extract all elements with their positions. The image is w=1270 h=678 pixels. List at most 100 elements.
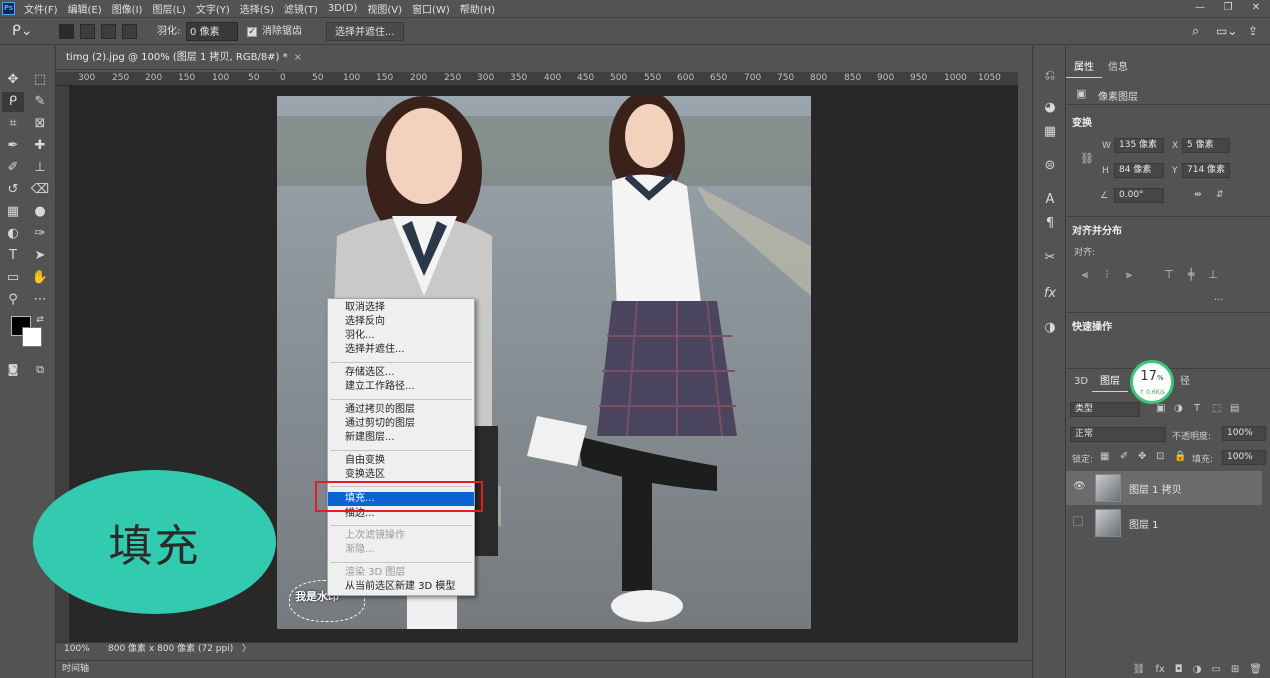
- select-and-mask-button[interactable]: 选择并遮住...: [326, 22, 404, 41]
- link-icon[interactable]: ⛓: [1080, 152, 1094, 165]
- opacity-field[interactable]: 100%: [1222, 426, 1266, 441]
- menu-deselect[interactable]: 取消选择: [345, 302, 385, 314]
- menu-new-3d-from-selection[interactable]: 从当前选区新建 3D 模型: [345, 581, 455, 593]
- move-tool-icon[interactable]: ✥: [2, 70, 24, 90]
- link-layers-icon[interactable]: ⛓: [1133, 662, 1146, 678]
- feather-input[interactable]: 0 像素: [186, 22, 238, 41]
- menu-3d[interactable]: 3D(D): [323, 3, 363, 14]
- status-arrow-icon[interactable]: 〉: [242, 643, 251, 656]
- x-field[interactable]: 5 像素: [1182, 138, 1230, 153]
- menu-file[interactable]: 文件(F): [19, 1, 63, 16]
- menu-transform-selection[interactable]: 变换选区: [345, 469, 385, 481]
- rectangle-tool-icon[interactable]: ▭: [2, 268, 24, 288]
- zoom-tool-icon[interactable]: ⚲: [2, 290, 24, 310]
- align-section-title[interactable]: 对齐并分布: [1072, 222, 1122, 237]
- align-top-icon[interactable]: ⊤: [1162, 268, 1176, 282]
- menu-image[interactable]: 图像(I): [107, 1, 148, 16]
- menu-edit[interactable]: 编辑(E): [63, 1, 107, 16]
- filter-smart-icon[interactable]: ▤: [1230, 403, 1239, 414]
- menu-layer-via-cut[interactable]: 通过剪切的图层: [345, 418, 415, 430]
- quick-actions-title[interactable]: 快速操作: [1072, 318, 1112, 333]
- screen-mode-icon[interactable]: ⧉: [29, 360, 51, 380]
- menu-layer-via-copy[interactable]: 通过拷贝的图层: [345, 404, 415, 416]
- height-field[interactable]: 84 像素: [1114, 163, 1164, 178]
- stamp-tool-icon[interactable]: ⊥: [29, 158, 51, 178]
- character-icon[interactable]: A: [1040, 190, 1060, 210]
- restore-icon[interactable]: ❐: [1214, 0, 1242, 16]
- layer-row[interactable]: 图层 1: [1066, 506, 1262, 540]
- adjust-layer-icon[interactable]: ◑: [1040, 318, 1060, 338]
- align-vcenter-icon[interactable]: ╪: [1184, 268, 1198, 282]
- filter-pixel-icon[interactable]: ▣: [1156, 403, 1165, 414]
- filter-type-icon[interactable]: T: [1194, 403, 1200, 414]
- lock-position-icon[interactable]: ✥: [1138, 451, 1146, 462]
- eraser-tool-icon[interactable]: ⌫: [29, 180, 51, 200]
- align-hcenter-icon[interactable]: ⫶: [1100, 268, 1114, 282]
- workspace-icon[interactable]: ▭⌄: [1216, 22, 1237, 41]
- menu-select-and-mask[interactable]: 选择并遮住...: [345, 344, 405, 356]
- filter-shape-icon[interactable]: ⬚: [1212, 403, 1221, 414]
- menu-feather[interactable]: 羽化...: [345, 330, 375, 342]
- fill-field[interactable]: 100%: [1222, 450, 1266, 465]
- visibility-eye-icon[interactable]: 👁: [1073, 481, 1086, 492]
- frame-tool-icon[interactable]: ⊠: [29, 114, 51, 134]
- layer-name[interactable]: 图层 1: [1129, 516, 1159, 531]
- align-bottom-icon[interactable]: ⊥: [1206, 268, 1220, 282]
- pen-tool-icon[interactable]: ✑: [29, 224, 51, 244]
- intersect-selection-icon[interactable]: [122, 24, 137, 39]
- delete-layer-icon[interactable]: 🗑: [1249, 662, 1262, 678]
- menu-select[interactable]: 选择(S): [235, 1, 279, 16]
- menu-new-layer[interactable]: 新建图层...: [345, 432, 395, 444]
- history-icon[interactable]: ⎌: [1040, 66, 1060, 86]
- more-align-icon[interactable]: ...: [1214, 292, 1224, 303]
- lock-pixels-icon[interactable]: ✐: [1120, 451, 1128, 462]
- background-color-swatch[interactable]: [22, 327, 42, 347]
- blur-tool-icon[interactable]: ●: [29, 202, 51, 222]
- document-tab[interactable]: timg (2).jpg @ 100% (图层 1 拷贝, RGB/8#) * ×: [56, 46, 302, 70]
- filter-adjust-icon[interactable]: ◑: [1174, 403, 1183, 414]
- antialias-checkbox[interactable]: ✓: [247, 27, 257, 37]
- layer-style-icon[interactable]: fx: [1155, 662, 1164, 678]
- menu-layer[interactable]: 图层(L): [147, 1, 190, 16]
- swatches-icon[interactable]: ▦: [1040, 122, 1060, 142]
- menu-view[interactable]: 视图(V): [362, 1, 407, 16]
- new-layer-icon[interactable]: ⊞: [1231, 662, 1239, 678]
- crop-tool-icon[interactable]: ⌗: [2, 114, 24, 134]
- share-icon[interactable]: ⇪: [1248, 22, 1258, 41]
- more-tools-icon[interactable]: ⋯: [29, 290, 51, 310]
- search-icon[interactable]: ⌕: [1192, 22, 1199, 41]
- add-mask-icon[interactable]: ◘: [1175, 662, 1183, 678]
- tools-icon[interactable]: ✂: [1040, 248, 1060, 268]
- history-brush-icon[interactable]: ↺: [2, 180, 24, 200]
- styles-icon[interactable]: fx: [1040, 284, 1060, 304]
- quick-mask-icon[interactable]: ◙: [2, 360, 24, 380]
- timeline-panel-tab[interactable]: 时间轴: [56, 660, 1066, 678]
- menu-help[interactable]: 帮助(H): [455, 1, 500, 16]
- adjustments-icon[interactable]: ⊜: [1040, 156, 1060, 176]
- flip-vertical-icon[interactable]: ⇵: [1216, 190, 1224, 200]
- flip-horizontal-icon[interactable]: ⇹: [1194, 190, 1202, 200]
- gradient-tool-icon[interactable]: ▦: [2, 202, 24, 222]
- marquee-tool-icon[interactable]: ⬚: [29, 70, 51, 90]
- layer-row[interactable]: 👁 图层 1 拷贝: [1066, 471, 1262, 505]
- menu-free-transform[interactable]: 自由变换: [345, 455, 385, 467]
- width-field[interactable]: 135 像素: [1114, 138, 1164, 153]
- lasso-tool-preset-icon[interactable]: ᑭ⌄: [12, 22, 33, 41]
- angle-field[interactable]: 0.00°: [1114, 188, 1164, 203]
- new-adjustment-icon[interactable]: ◑: [1193, 662, 1202, 678]
- y-field[interactable]: 714 像素: [1182, 163, 1230, 178]
- lasso-tool-icon[interactable]: ᑭ: [2, 92, 24, 112]
- menu-filter[interactable]: 滤镜(T): [279, 1, 323, 16]
- align-left-icon[interactable]: ⫷: [1078, 268, 1092, 282]
- paragraph-icon[interactable]: ¶: [1040, 214, 1060, 234]
- tab-paths[interactable]: 径: [1172, 372, 1198, 392]
- subtract-from-selection-icon[interactable]: [101, 24, 116, 39]
- layer-filter-select[interactable]: 类型: [1070, 402, 1140, 417]
- close-window-icon[interactable]: ✕: [1242, 0, 1270, 16]
- menu-type[interactable]: 文字(Y): [191, 1, 235, 16]
- dodge-tool-icon[interactable]: ◐: [2, 224, 24, 244]
- tab-layers[interactable]: 图层: [1092, 372, 1128, 392]
- lock-all-icon[interactable]: 🔒: [1174, 451, 1186, 462]
- lock-transparent-icon[interactable]: ▦: [1100, 451, 1109, 462]
- hand-tool-icon[interactable]: ✋: [29, 268, 51, 288]
